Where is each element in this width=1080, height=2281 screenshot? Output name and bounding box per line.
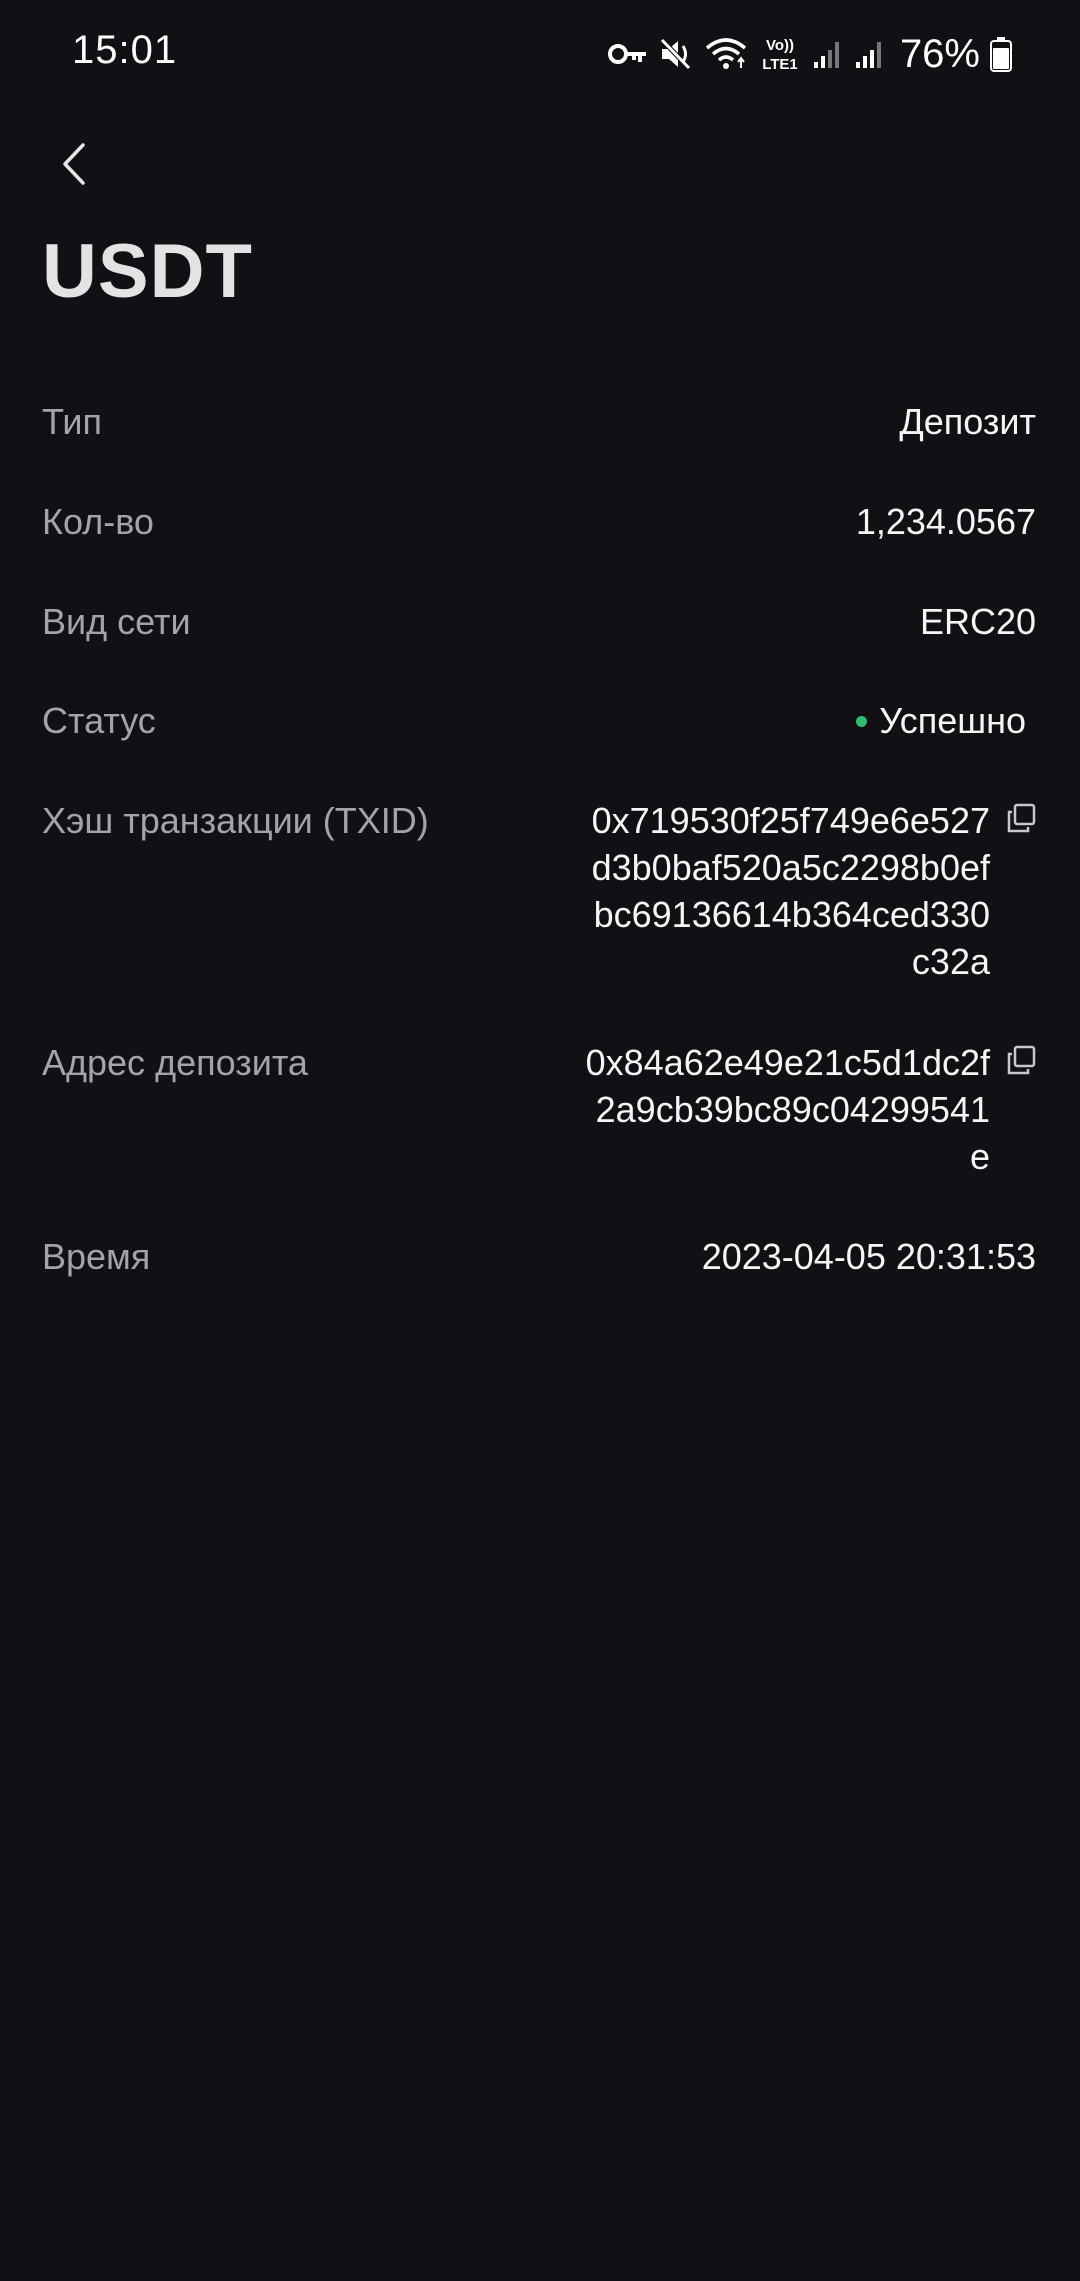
deposit-address-label: Адрес депозита — [42, 1042, 308, 1083]
detail-row-txid: Хэш транзакции (TXID) 0x719530f25f749e6e… — [42, 797, 1036, 1039]
time-value: 2023-04-05 20:31:53 — [701, 1236, 1036, 1277]
vpn-key-icon — [607, 41, 648, 67]
svg-text:Vo)): Vo)) — [766, 37, 794, 54]
type-label: Тип — [42, 401, 103, 442]
detail-row-type: Тип Депозит — [42, 398, 1036, 498]
back-button[interactable] — [54, 138, 94, 190]
detail-row-deposit-address: Адрес депозита 0x84a62e49e21c5d1dc2f2a9c… — [42, 1039, 1036, 1233]
svg-text:LTE1: LTE1 — [762, 56, 798, 73]
detail-row-status: Статус Успешно — [42, 697, 1036, 797]
status-badge: Успешно — [856, 697, 1026, 745]
status-icons: Vo)) LTE1 76% — [607, 30, 1012, 78]
volte-lte-icon: Vo)) LTE1 — [758, 35, 802, 73]
detail-row-time: Время 2023-04-05 20:31:53 — [42, 1233, 1036, 1293]
status-value: Успешно — [879, 700, 1026, 741]
time-label: Время — [42, 1236, 151, 1277]
txid-value: 0x719530f25f749e6e527d3b0baf520a5c2298b0… — [591, 800, 990, 982]
wifi-icon — [704, 36, 748, 72]
copy-icon — [1007, 1045, 1036, 1075]
status-bar: 15:01 Vo)) LTE1 76% — [0, 0, 1080, 110]
detail-row-amount: Кол-во 1,234.0567 — [42, 498, 1036, 598]
type-value: Депозит — [899, 401, 1036, 442]
copy-address-button[interactable] — [1006, 1045, 1036, 1075]
page-title: USDT — [42, 229, 253, 314]
signal-icon — [854, 38, 886, 70]
amount-value: 1,234.0567 — [855, 501, 1036, 542]
battery-icon — [990, 36, 1012, 72]
status-label: Статус — [42, 700, 156, 741]
copy-icon — [1007, 803, 1036, 833]
detail-row-network: Вид сети ERC20 — [42, 598, 1036, 697]
battery-percent: 76% — [899, 31, 980, 76]
network-value: ERC20 — [919, 601, 1036, 642]
transaction-details: Тип Депозит Кол-во 1,234.0567 Вид сети E… — [42, 398, 1036, 1293]
signal-icon — [812, 38, 844, 70]
status-time: 15:01 — [72, 28, 178, 72]
txid-label: Хэш транзакции (TXID) — [42, 800, 429, 841]
deposit-address-value: 0x84a62e49e21c5d1dc2f2a9cb39bc89c0429954… — [585, 1042, 990, 1177]
deposit-address-value-wrap: 0x84a62e49e21c5d1dc2f2a9cb39bc89c0429954… — [580, 1039, 1036, 1180]
status-dot — [856, 715, 868, 727]
mute-icon — [658, 37, 694, 71]
chevron-left-icon — [63, 143, 85, 185]
txid-value-wrap: 0x719530f25f749e6e527d3b0baf520a5c2298b0… — [580, 797, 1036, 985]
amount-label: Кол-во — [42, 501, 154, 542]
copy-txid-button[interactable] — [1006, 803, 1036, 833]
network-label: Вид сети — [42, 601, 191, 642]
